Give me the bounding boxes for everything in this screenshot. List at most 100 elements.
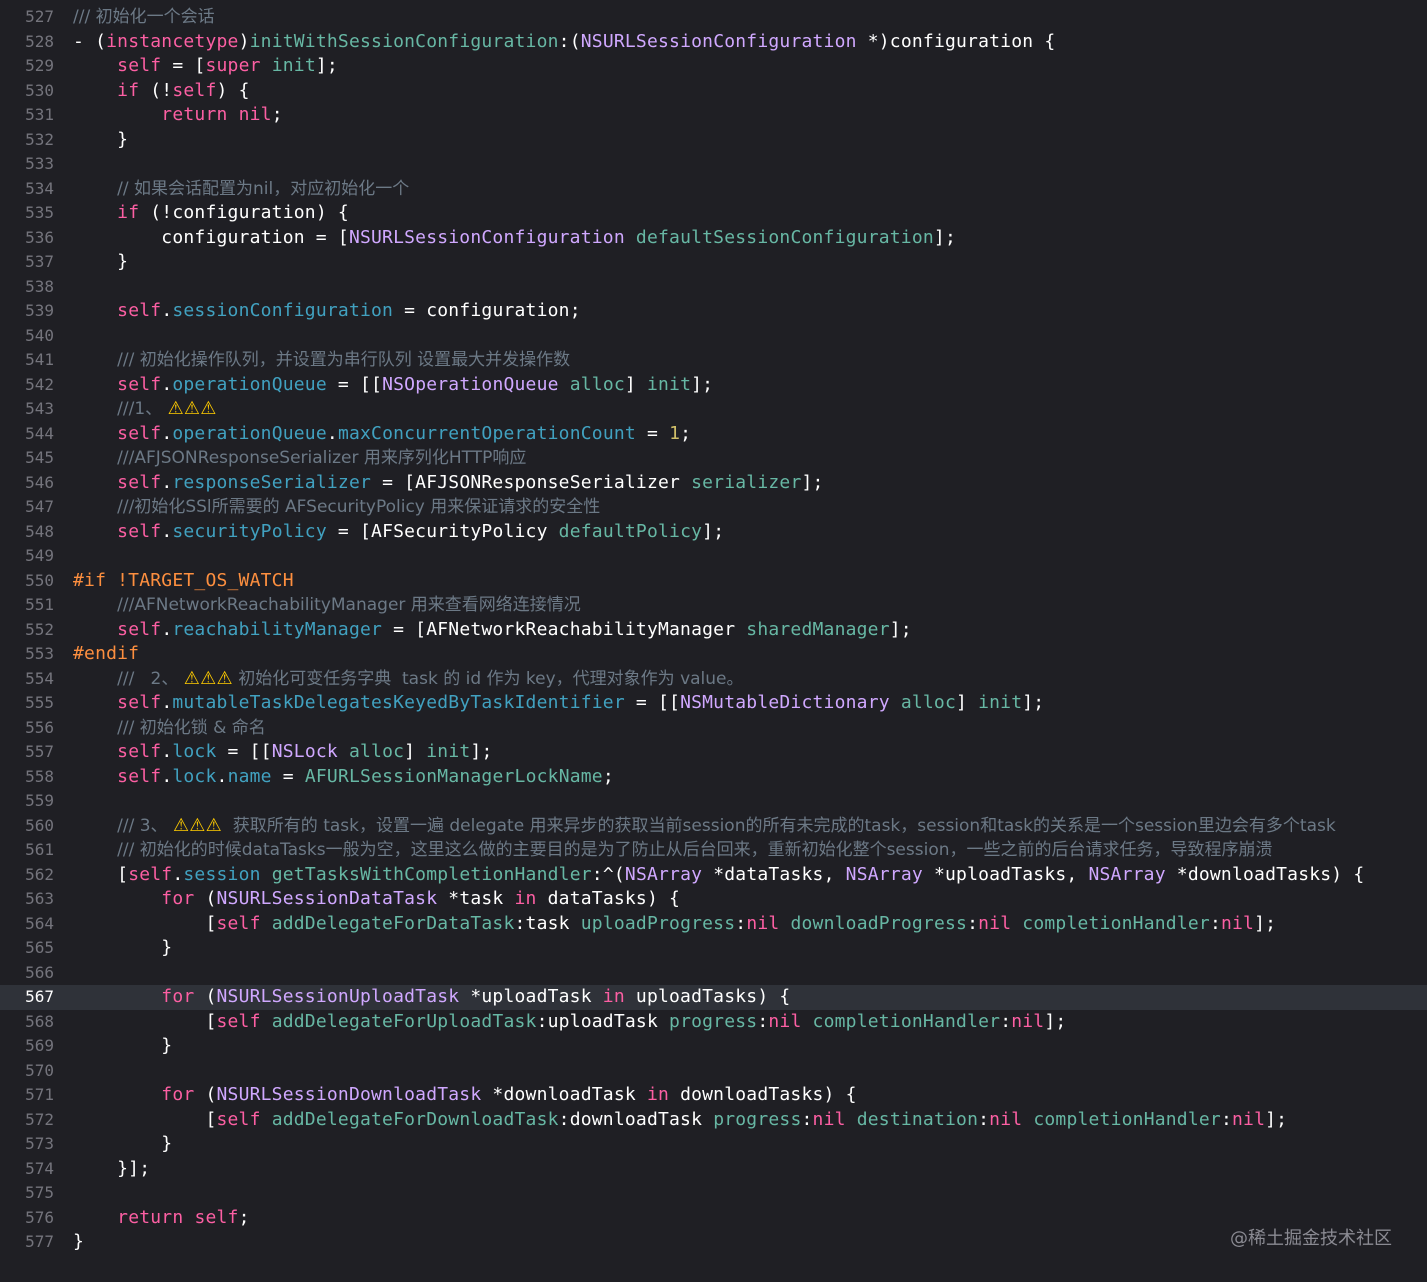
code-line[interactable]: 534 // 如果会话配置为nil，对应初始化一个: [0, 177, 1427, 202]
code-line[interactable]: 542 self.operationQueue = [[NSOperationQ…: [0, 373, 1427, 398]
code-line[interactable]: 549: [0, 544, 1427, 569]
code-token: self: [172, 79, 217, 101]
line-code: if (!self) {: [73, 79, 250, 104]
code-token: :task: [514, 912, 581, 934]
code-line[interactable]: 559: [0, 789, 1427, 814]
code-line[interactable]: 563 for (NSURLSessionDataTask *task in d…: [0, 887, 1427, 912]
code-line[interactable]: 533: [0, 152, 1427, 177]
code-token: self: [216, 912, 261, 934]
code-line[interactable]: 540: [0, 324, 1427, 349]
code-line[interactable]: 554 /// 2、 ⚠⚠⚠ 初始化可变任务字典 task 的 id 作为 ke…: [0, 667, 1427, 692]
code-line[interactable]: 531 return nil;: [0, 103, 1427, 128]
code-token: = [: [161, 55, 206, 76]
code-line[interactable]: 536 configuration = [NSURLSessionConfigu…: [0, 226, 1427, 251]
line-code: }: [73, 1132, 172, 1157]
code-line[interactable]: 573 }: [0, 1132, 1427, 1157]
code-token: responseSerializer: [172, 471, 372, 493]
code-token: = [AFSecurityPolicy: [326, 520, 559, 542]
code-line[interactable]: 568 [self addDelegateForUploadTask:uploa…: [0, 1010, 1427, 1035]
code-line[interactable]: 535 if (!configuration) {: [0, 201, 1427, 226]
code-line[interactable]: 576 return self;: [0, 1206, 1427, 1231]
code-token: :: [735, 912, 747, 934]
code-token: (: [194, 1084, 217, 1105]
code-line[interactable]: 544 self.operationQueue.maxConcurrentOpe…: [0, 422, 1427, 447]
code-line[interactable]: 572 [self addDelegateForDownloadTask:dow…: [0, 1108, 1427, 1133]
code-token: [: [73, 912, 217, 934]
code-token: nil: [1220, 912, 1255, 934]
code-line[interactable]: 565 }: [0, 936, 1427, 961]
line-number: 540: [25, 325, 54, 345]
code-token: :: [978, 1108, 990, 1130]
code-line[interactable]: 564 [self addDelegateForDataTask:task up…: [0, 912, 1427, 937]
code-line[interactable]: 571 for (NSURLSessionDownloadTask *downl…: [0, 1083, 1427, 1108]
code-token: nil: [746, 912, 780, 934]
code-line[interactable]: 539 self.sessionConfiguration = configur…: [0, 299, 1427, 324]
code-line[interactable]: 532 }: [0, 128, 1427, 153]
code-token: :: [801, 1108, 813, 1130]
code-token: }: [73, 937, 173, 958]
code-token: - (: [73, 30, 107, 52]
code-line[interactable]: 543 ///1、 ⚠⚠⚠: [0, 397, 1427, 422]
code-line[interactable]: 557 self.lock = [[NSLock alloc] init];: [0, 740, 1427, 765]
code-line[interactable]: 569 }: [0, 1034, 1427, 1059]
code-token: for: [161, 888, 195, 909]
code-token: ];: [801, 471, 824, 493]
code-line[interactable]: 556 /// 初始化锁 & 命名: [0, 716, 1427, 741]
code-token: for: [161, 1084, 195, 1105]
code-line[interactable]: 558 self.lock.name = AFURLSessionManager…: [0, 765, 1427, 790]
line-number: 541: [25, 350, 54, 369]
line-number: 528: [25, 31, 54, 51]
code-line[interactable]: 575: [0, 1181, 1427, 1206]
code-token: /// 初始化一个会话: [73, 7, 215, 27]
code-line[interactable]: 530 if (!self) {: [0, 79, 1427, 104]
line-code: self = [super init];: [73, 54, 338, 79]
line-number: 531: [25, 105, 54, 124]
line-number: 569: [25, 1036, 54, 1055]
code-token: ): [238, 30, 250, 52]
code-line[interactable]: 528 - (instancetype)initWithSessionConfig…: [0, 30, 1427, 55]
code-line[interactable]: 551 ///AFNetworkReachabilityManager 用来查看…: [0, 593, 1427, 618]
line-code: return self;: [73, 1206, 250, 1231]
code-line[interactable]: 567 for (NSURLSessionUploadTask *uploadT…: [0, 985, 1427, 1010]
code-line[interactable]: 538: [0, 275, 1427, 300]
code-token: = configuration;: [393, 300, 581, 321]
code-line[interactable]: 546 self.responseSerializer = [AFJSONRes…: [0, 471, 1427, 496]
code-editor[interactable]: 527 /// 初始化一个会话 528 - (instancetype)initWit…: [0, 5, 1427, 1255]
code-line[interactable]: 529 self = [super init];: [0, 54, 1427, 79]
code-line[interactable]: 566: [0, 961, 1427, 986]
code-token: instancetype: [106, 30, 239, 52]
code-token: return: [117, 1206, 184, 1228]
line-number: 527: [25, 7, 54, 26]
code-line[interactable]: 561 /// 初始化的时候dataTasks一般为空，这里这么做的主要目的是为…: [0, 838, 1427, 863]
line-number: 537: [25, 252, 54, 271]
code-line[interactable]: 548 self.securityPolicy = [AFSecurityPol…: [0, 520, 1427, 545]
code-token: nil: [1011, 1010, 1045, 1032]
code-line[interactable]: 574 }];: [0, 1157, 1427, 1182]
code-token: return: [161, 104, 228, 125]
code-token: init: [426, 741, 471, 762]
code-line[interactable]: 547 ///初始化SSl所需要的 AFSecurityPolicy 用来保证请…: [0, 495, 1427, 520]
code-line[interactable]: 577}: [0, 1230, 1427, 1255]
code-line[interactable]: 560 /// 3、 ⚠⚠⚠ 获取所有的 task，设置一遍 delegate …: [0, 814, 1427, 839]
warning-icon: ⚠⚠⚠: [183, 667, 233, 689]
code-token: }: [73, 251, 129, 272]
code-line[interactable]: 570: [0, 1059, 1427, 1084]
code-line[interactable]: 541 /// 初始化操作队列，并设置为串行队列 设置最大并发操作数: [0, 348, 1427, 373]
code-token: reachabilityManager: [172, 618, 383, 640]
code-line[interactable]: 537 }: [0, 250, 1427, 275]
code-line[interactable]: 545 ///AFJSONResponseSerializer 用来序列化HTT…: [0, 446, 1427, 471]
code-line[interactable]: 527 /// 初始化一个会话: [0, 5, 1427, 30]
code-line[interactable]: 553 #endif: [0, 642, 1427, 667]
code-token: // 如果会话配置为nil，对应初始化一个: [117, 178, 410, 199]
code-line[interactable]: 552 self.reachabilityManager = [AFNetwor…: [0, 618, 1427, 643]
code-line[interactable]: 550 #if !TARGET_OS_WATCH: [0, 569, 1427, 594]
code-token: uploadTasks) {: [624, 986, 791, 1007]
code-line[interactable]: 562 [self.session getTasksWithCompletion…: [0, 863, 1427, 888]
code-token: ];: [470, 741, 493, 762]
code-token: .: [161, 471, 173, 493]
code-line[interactable]: 555 self.mutableTaskDelegatesKeyedByTask…: [0, 691, 1427, 716]
code-token: name: [227, 765, 272, 787]
